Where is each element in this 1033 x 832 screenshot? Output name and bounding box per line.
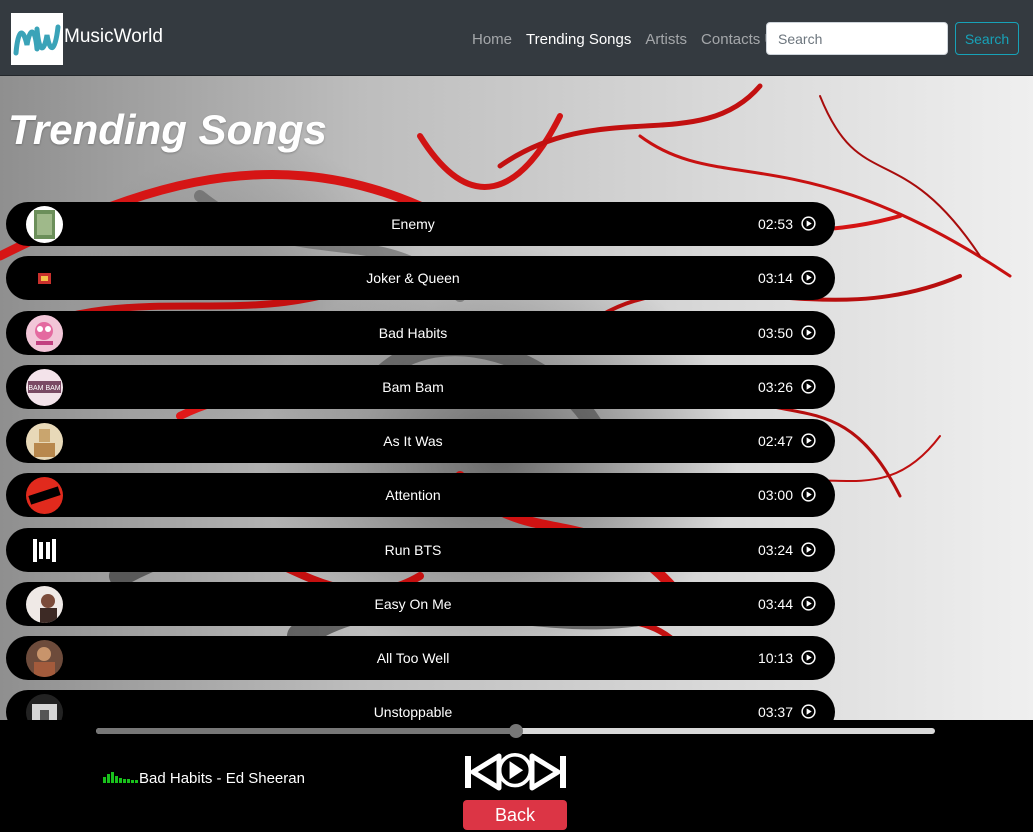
song-title: As It Was xyxy=(383,433,443,449)
song-row[interactable]: Bad Habits 03:50 xyxy=(6,311,835,355)
play-circle-icon[interactable] xyxy=(801,216,816,231)
song-title: Joker & Queen xyxy=(366,270,460,286)
song-row[interactable]: Joker & Queen 03:14 xyxy=(6,256,835,300)
song-duration: 02:47 xyxy=(757,433,793,449)
play-circle-icon[interactable] xyxy=(801,325,816,340)
brand-logo[interactable] xyxy=(11,13,63,65)
play-circle-icon[interactable] xyxy=(801,270,816,285)
song-title: Easy On Me xyxy=(374,596,452,612)
song-row[interactable]: Unstoppable 03:37 xyxy=(6,690,835,720)
nav-link-artists[interactable]: Artists xyxy=(645,31,687,48)
play-circle-icon[interactable] xyxy=(801,596,816,611)
search-button[interactable]: Search xyxy=(955,22,1019,55)
song-row[interactable]: Enemy 02:53 xyxy=(6,202,835,246)
song-row[interactable]: Run BTS 03:24 xyxy=(6,528,835,572)
song-row[interactable]: BAM BAM Bam Bam 03:26 xyxy=(6,365,835,409)
song-duration: 03:14 xyxy=(757,270,793,286)
song-duration: 03:24 xyxy=(757,542,793,558)
song-duration: 03:26 xyxy=(757,379,793,395)
progress-knob[interactable] xyxy=(508,724,523,738)
song-row[interactable]: Attention 03:00 xyxy=(6,473,835,517)
brand-name[interactable]: MusicWorld xyxy=(64,26,163,48)
song-duration: 03:37 xyxy=(757,704,793,720)
equalizer-icon xyxy=(103,772,138,783)
search-input[interactable] xyxy=(766,22,948,55)
song-row[interactable]: As It Was 02:47 xyxy=(6,419,835,463)
navbar: MusicWorld Home Trending Songs Artists Cont… xyxy=(0,0,1033,76)
play-circle-icon[interactable] xyxy=(801,487,816,502)
song-duration: 10:13 xyxy=(757,650,793,666)
song-duration: 03:00 xyxy=(757,487,793,503)
nav-links: Home Trending Songs Artists Contacts Us xyxy=(472,31,797,48)
song-title: Unstoppable xyxy=(373,704,453,720)
song-row[interactable]: All Too Well 10:13 xyxy=(6,636,835,680)
song-list: Enemy 02:53 Joker & Queen 03:14 Bad Habits 03… xyxy=(6,202,835,720)
song-title: Bam Bam xyxy=(382,379,444,395)
song-duration: 03:50 xyxy=(757,325,793,341)
nav-link-home[interactable]: Home xyxy=(472,31,512,48)
progress-slider[interactable] xyxy=(96,724,935,738)
now-playing-label: Bad Habits - Ed Sheeran xyxy=(139,770,305,787)
song-title: Bad Habits xyxy=(378,325,448,341)
play-circle-icon[interactable] xyxy=(801,542,816,557)
play-circle-icon[interactable] xyxy=(801,704,816,719)
song-title: Enemy xyxy=(391,216,435,232)
page-title: Trending Songs xyxy=(8,106,327,153)
play-circle-icon[interactable] xyxy=(801,650,816,665)
song-title: Run BTS xyxy=(384,542,442,558)
song-title: Attention xyxy=(385,487,441,503)
nav-link-trending-songs[interactable]: Trending Songs xyxy=(526,31,631,48)
play-circle-icon[interactable] xyxy=(801,379,816,394)
logo-icon xyxy=(13,24,61,56)
song-duration: 03:44 xyxy=(757,596,793,612)
back-button[interactable]: Back xyxy=(463,800,567,830)
progress-fill xyxy=(96,728,516,734)
song-duration: 02:53 xyxy=(757,216,793,232)
song-title: All Too Well xyxy=(376,650,450,666)
next-icon[interactable] xyxy=(528,753,568,791)
play-circle-icon[interactable] xyxy=(801,433,816,448)
song-row[interactable]: Easy On Me 03:44 xyxy=(6,582,835,626)
